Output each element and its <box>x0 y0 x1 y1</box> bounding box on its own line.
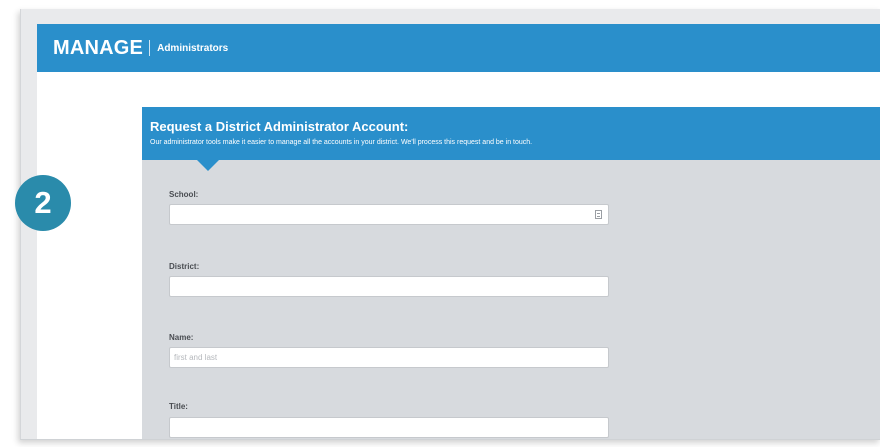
form-header: Request a District Administrator Account… <box>142 107 880 160</box>
district-label: District: <box>169 262 200 271</box>
name-placeholder: first and last <box>174 353 218 362</box>
main-content: Request a District Administrator Account… <box>37 72 880 439</box>
request-form-panel: Request a District Administrator Account… <box>142 107 880 439</box>
screenshot-frame: MANAGE Administrators Request a District… <box>20 9 880 440</box>
app-screen: MANAGE Administrators Request a District… <box>37 24 880 439</box>
district-input[interactable] <box>169 276 609 297</box>
name-label: Name: <box>169 333 194 342</box>
section-title: Administrators <box>157 42 229 54</box>
school-label: School: <box>169 190 199 199</box>
form-description: Our administrator tools make it easier t… <box>150 139 533 146</box>
title-input[interactable] <box>169 417 609 438</box>
title-label: Title: <box>169 402 188 411</box>
brand-title[interactable]: MANAGE <box>53 37 143 60</box>
school-input[interactable] <box>169 204 609 225</box>
step-number-badge: 2 <box>15 175 71 231</box>
top-bar: MANAGE Administrators <box>37 24 880 72</box>
brand-divider <box>149 40 151 56</box>
form-title: Request a District Administrator Account… <box>150 119 409 134</box>
header-pointer <box>197 160 219 171</box>
list-icon[interactable] <box>595 210 602 219</box>
name-input[interactable]: first and last <box>169 347 609 368</box>
